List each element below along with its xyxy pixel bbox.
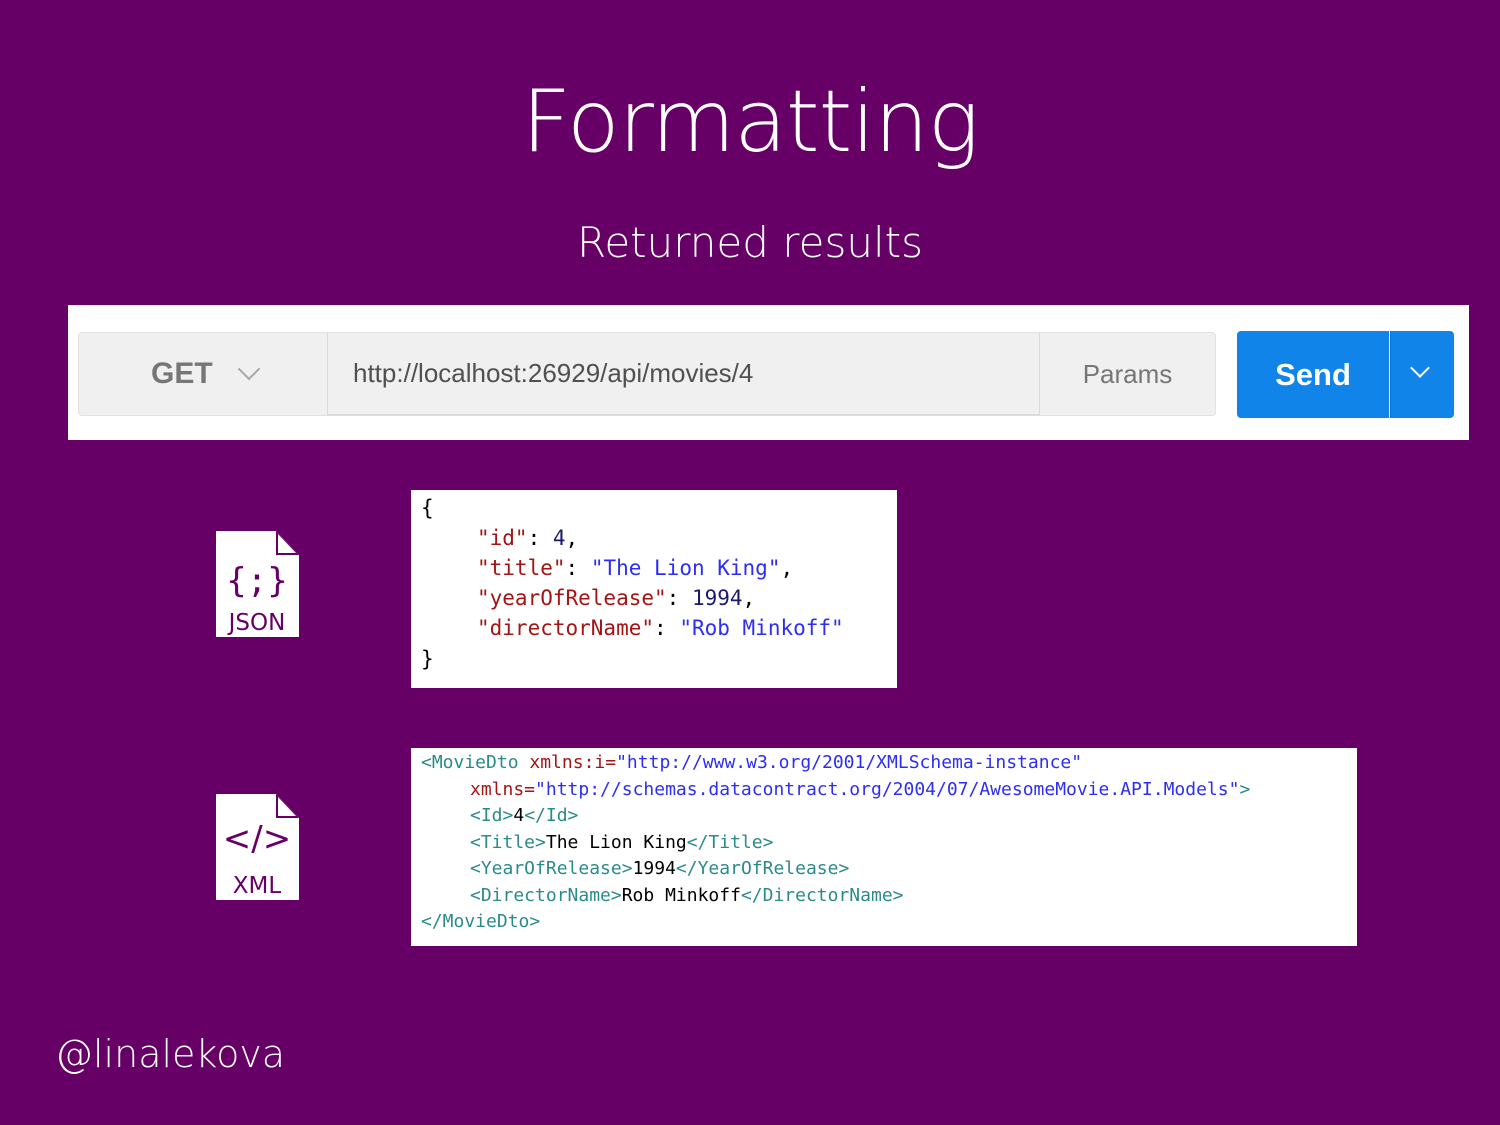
- xml-element-row: <YearOfRelease>1994</YearOfRelease>: [470, 858, 850, 879]
- method-dropdown[interactable]: GET: [78, 332, 328, 416]
- chevron-down-icon: [1410, 358, 1430, 378]
- json-open-brace: {: [421, 496, 434, 520]
- json-close-brace: }: [421, 647, 434, 671]
- json-field-row: "id": 4,: [477, 526, 579, 550]
- xml-element-row: <Title>The Lion King</Title>: [470, 832, 774, 853]
- xml-file-icon: </> XML: [216, 794, 299, 900]
- send-options-button[interactable]: [1390, 331, 1454, 418]
- xml-root-open-line: <MovieDto xmlns:i="http://www.w3.org/200…: [421, 752, 1083, 773]
- chevron-down-icon: [237, 357, 261, 381]
- xml-icon-glyph: </>: [223, 819, 291, 859]
- xml-element-row: <DirectorName>Rob Minkoff</DirectorName>: [470, 885, 904, 906]
- xml-icon-label: XML: [233, 873, 282, 899]
- json-field-row: "yearOfRelease": 1994,: [477, 586, 756, 610]
- json-response-panel: { "id": 4, "title": "The Lion King", "ye…: [411, 490, 897, 688]
- json-file-icon: {;} JSON: [216, 531, 299, 637]
- author-handle: @linalekova: [55, 1032, 286, 1076]
- request-bar: GET http://localhost:26929/api/movies/4 …: [68, 305, 1469, 440]
- json-icon-glyph: {;}: [226, 561, 287, 601]
- slide-title: Formatting: [521, 72, 980, 172]
- xml-namespace-line: xmlns="http://schemas.datacontract.org/2…: [470, 779, 1251, 800]
- slide-subtitle: Returned results: [577, 218, 923, 267]
- xml-element-row: <Id>4</Id>: [470, 805, 579, 826]
- json-field-row: "directorName": "Rob Minkoff": [477, 616, 844, 640]
- json-field-row: "title": "The Lion King",: [477, 556, 794, 580]
- send-button[interactable]: Send: [1237, 331, 1389, 418]
- method-label: GET: [151, 357, 213, 390]
- xml-response-panel: <MovieDto xmlns:i="http://www.w3.org/200…: [411, 748, 1357, 946]
- params-button[interactable]: Params: [1039, 332, 1216, 416]
- url-value: http://localhost:26929/api/movies/4: [353, 358, 754, 388]
- xml-root-close-line: </MovieDto>: [421, 911, 541, 932]
- json-icon-label: JSON: [227, 610, 286, 636]
- url-input[interactable]: http://localhost:26929/api/movies/4: [328, 332, 1039, 416]
